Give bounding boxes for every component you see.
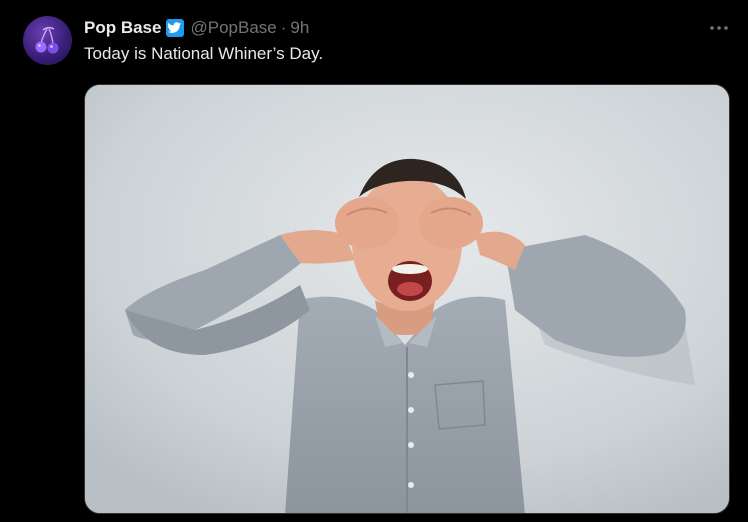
tweet-header: Pop Base @PopBase · 9h [84, 17, 309, 39]
crying-man-photo [85, 85, 729, 513]
author-handle[interactable]: @PopBase [190, 18, 276, 38]
more-horizontal-icon[interactable] [706, 17, 732, 39]
tweet[interactable]: Pop Base @PopBase · 9h Today is National… [0, 0, 748, 522]
author-name[interactable]: Pop Base [84, 18, 161, 38]
verified-badge-icon [165, 18, 185, 38]
cherry-logo-icon [35, 26, 59, 54]
avatar[interactable] [23, 16, 72, 65]
timestamp[interactable]: 9h [290, 18, 309, 38]
tweet-photo[interactable] [84, 84, 730, 514]
tweet-text: Today is National Whiner’s Day. [84, 44, 324, 63]
separator-dot: · [280, 18, 287, 37]
